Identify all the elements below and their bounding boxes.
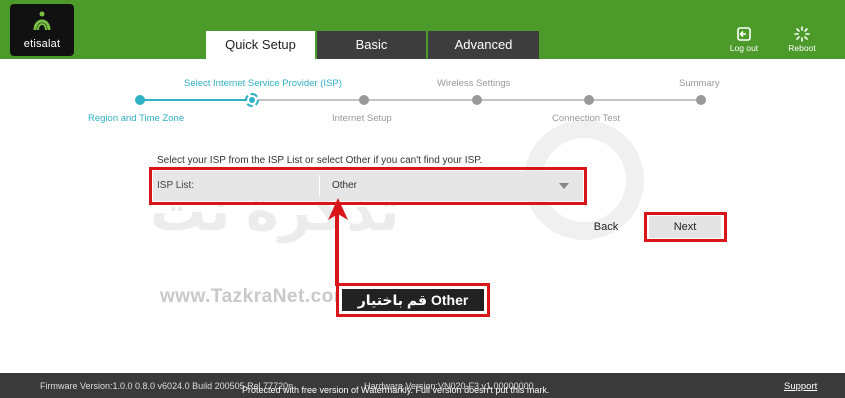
reboot-button[interactable]: Reboot [779,26,825,53]
isp-instruction: Select your ISP from the ISP List or sel… [157,155,483,166]
step-label-summary: Summary [679,78,720,89]
step-label-connection: Connection Test [552,113,620,124]
top-header: etisalat Quick Setup Basic Advanced Log … [0,0,845,59]
etisalat-mark-icon [33,11,51,31]
isp-highlight-box [149,167,587,205]
annotation-callout: قم باختيار Other [336,283,490,317]
reboot-label: Reboot [788,43,816,53]
step-dot-connection [584,95,594,105]
reboot-icon [794,26,810,42]
tab-quick-setup[interactable]: Quick Setup [206,31,315,59]
step-dot-isp-current [245,93,259,107]
footer-bar: Firmware Version:1.0.0 0.8.0 v6024.0 Bui… [0,373,845,398]
step-dot-internet [359,95,369,105]
back-button[interactable]: Back [577,216,635,238]
watermark-site: www.TazkraNet.com [160,286,352,307]
step-label-region: Region and Time Zone [88,113,185,124]
footer-watermark-notice: Protected with free version of Watermark… [242,385,550,395]
support-link[interactable]: Support [784,381,817,392]
annotation-callout-text: قم باختيار Other [342,289,484,311]
logout-label: Log out [729,43,759,53]
step-label-internet: Internet Setup [332,113,392,124]
tab-advanced[interactable]: Advanced [428,31,539,59]
step-dot-wireless [472,95,482,105]
step-label-wireless: Wireless Settings [437,78,511,89]
logout-icon [737,27,751,41]
etisalat-logo: etisalat [10,4,74,56]
logout-button[interactable]: Log out [721,26,767,53]
next-highlight-box [644,212,727,242]
step-label-isp: Select Internet Service Provider (ISP) [184,78,342,89]
annotation-arrow-shaft [335,214,339,286]
tab-basic[interactable]: Basic [317,31,426,59]
logo-text: etisalat [23,38,61,50]
step-dot-summary [696,95,706,105]
router-quick-setup-page: etisalat Quick Setup Basic Advanced Log … [0,0,845,398]
step-dot-region [135,95,145,105]
progress-track-done [140,99,252,101]
